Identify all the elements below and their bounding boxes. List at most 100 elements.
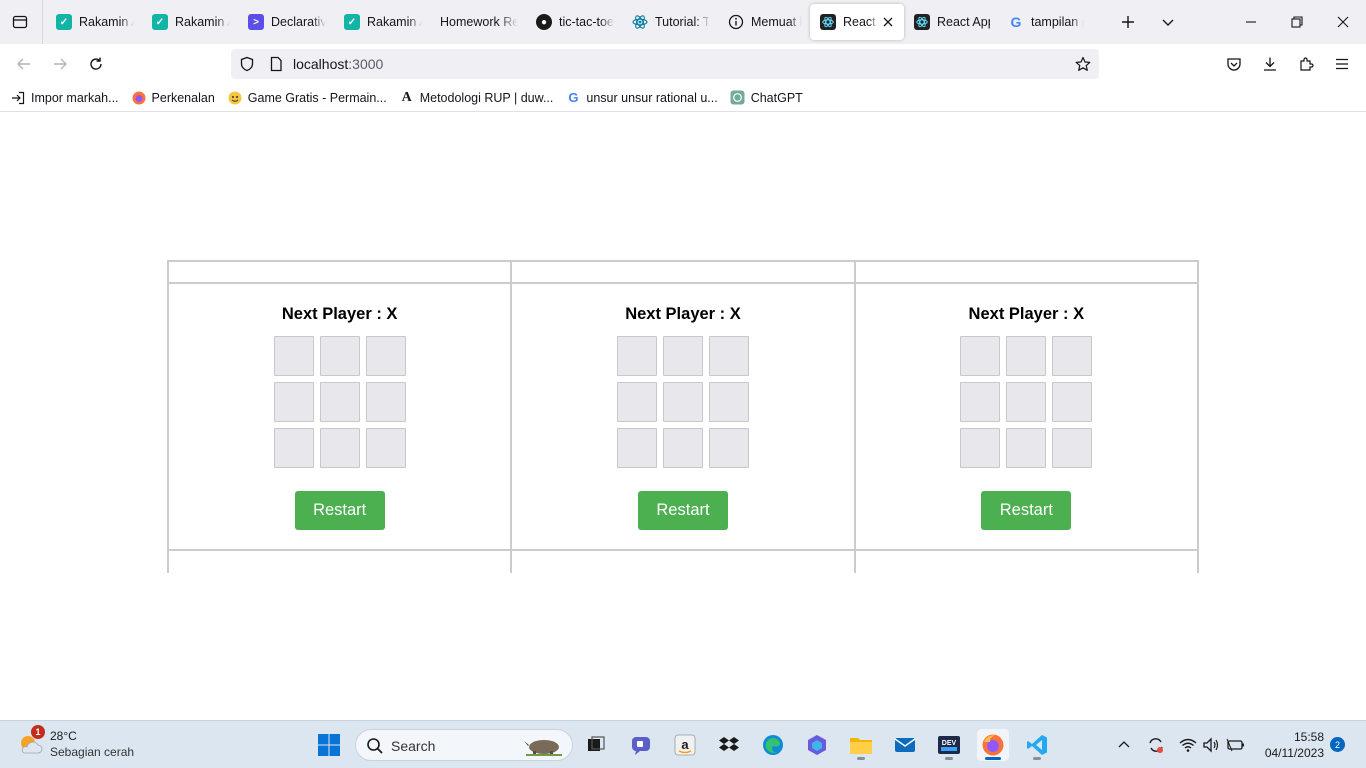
notification-badge[interactable]: 2 [1330,737,1345,752]
back-button[interactable] [12,52,36,76]
tab-react-app-active[interactable]: React App [810,4,904,40]
board-square[interactable] [662,336,703,376]
bookmark-perkenalan[interactable]: Perkenalan [131,90,215,106]
board-square[interactable] [662,428,703,468]
table-bottom-cell [512,551,854,573]
arrow-right-icon [54,58,67,70]
board-square[interactable] [708,336,749,376]
minimize-button[interactable] [1228,0,1274,44]
taskbar-search[interactable]: Search [355,729,573,761]
address-bar[interactable]: localhost:3000 [231,49,1099,79]
tab-google-search[interactable]: G tampilan g [998,4,1092,40]
taskbar-mail[interactable] [889,729,921,761]
tray-wifi[interactable] [1178,735,1198,755]
taskbar-edge[interactable] [757,729,789,761]
pocket-button[interactable] [1222,52,1246,76]
firefox-view-button[interactable] [8,10,32,34]
download-icon [1264,57,1276,71]
game-status: Next Player : X [625,305,741,323]
board-square[interactable] [319,428,360,468]
taskbar-vscode[interactable] [1021,729,1053,761]
tab-rakamin-3[interactable]: ✓ Rakamin Academy [334,4,430,40]
bookmark-import[interactable]: Impor markah... [10,90,119,106]
board-square[interactable] [960,382,1001,422]
bookmark-game-gratis[interactable]: Game Gratis - Permain... [227,90,387,106]
bookmark-metodologi-rup[interactable]: A Metodologi RUP | duw... [399,90,554,106]
forward-button[interactable] [48,52,72,76]
restore-icon [1291,16,1303,28]
downloads-button[interactable] [1258,52,1282,76]
board-square[interactable] [616,428,657,468]
board-square[interactable] [708,382,749,422]
taskbar-clock[interactable]: 15:58 04/11/2023 [1258,729,1324,761]
board-square[interactable] [708,428,749,468]
board-square[interactable] [616,336,657,376]
board-square[interactable] [1052,382,1093,422]
restart-button[interactable]: Restart [294,491,385,530]
board-square[interactable] [273,336,314,376]
tab-homework[interactable]: Homework Re [430,4,526,40]
bookmark-label: Perkenalan [151,90,215,105]
tab-declarative[interactable]: > Declarative [238,4,334,40]
tab-label: Rakamin Academy [367,15,422,29]
tray-volume[interactable] [1201,735,1221,755]
bookmark-star-icon[interactable] [1075,56,1091,77]
menu-button[interactable] [1330,52,1354,76]
taskbar-task-view[interactable] [580,729,612,761]
board-square[interactable] [1006,336,1047,376]
firefox-icon [982,734,1004,756]
board-square[interactable] [1006,382,1047,422]
board-square[interactable] [960,428,1001,468]
extensions-button[interactable] [1294,52,1318,76]
tab-memuat[interactable]: Memuat l [718,4,810,40]
close-tab-icon[interactable] [880,14,896,30]
tray-battery[interactable] [1226,735,1246,755]
tab-github[interactable]: ● tic-tac-toe [526,4,622,40]
tab-rakamin-2[interactable]: ✓ Rakamin Academy [142,4,238,40]
url-text[interactable]: localhost:3000 [293,56,383,72]
start-button[interactable] [313,729,345,761]
tab-react-tutorial[interactable]: Tutorial: Tic [622,4,718,40]
board-square[interactable] [616,382,657,422]
reload-button[interactable] [84,52,108,76]
board-square[interactable] [273,428,314,468]
new-tab-button[interactable] [1116,10,1140,34]
shield-icon[interactable] [239,56,255,77]
board-square[interactable] [960,336,1001,376]
board-square[interactable] [662,382,703,422]
taskbar-dev-app[interactable]: DEV [933,729,965,761]
edge-icon [763,735,783,755]
bookmark-unsur-rational[interactable]: G unsur unsur rational u... [565,90,717,106]
board-square[interactable] [1052,336,1093,376]
copilot-icon [808,735,826,755]
tab-react-app[interactable]: React App [904,4,998,40]
running-indicator [857,757,865,760]
restore-button[interactable] [1274,0,1320,44]
board-square[interactable] [365,382,406,422]
board-square[interactable] [273,382,314,422]
tray-sync-app[interactable] [1146,735,1166,755]
taskbar-firefox[interactable] [977,729,1009,761]
terminal-icon: > [248,14,264,30]
close-window-button[interactable] [1320,0,1366,44]
board-square[interactable] [365,428,406,468]
board-square[interactable] [319,336,360,376]
show-hidden-icons-button[interactable] [1114,735,1134,755]
taskbar-copilot[interactable] [801,729,833,761]
restart-button[interactable]: Restart [981,491,1072,530]
weather-widget[interactable]: 1 28°C Sebagian cerah [16,725,166,763]
tab-rakamin-1[interactable]: ✓ Rakamin Academy [46,4,142,40]
taskbar-amazon[interactable]: a [669,729,701,761]
taskbar-file-explorer[interactable] [845,729,877,761]
board-square[interactable] [1052,428,1093,468]
list-all-tabs-button[interactable] [1156,10,1180,34]
taskbar-dropbox[interactable] [713,729,745,761]
board-square[interactable] [1006,428,1047,468]
taskbar-teams-chat[interactable] [625,729,657,761]
page-icon[interactable] [268,56,284,77]
restart-button[interactable]: Restart [637,491,728,530]
board-square[interactable] [319,382,360,422]
board-square[interactable] [365,336,406,376]
bookmark-label: Game Gratis - Permain... [247,90,387,105]
bookmark-chatgpt[interactable]: ChatGPT [730,90,803,106]
